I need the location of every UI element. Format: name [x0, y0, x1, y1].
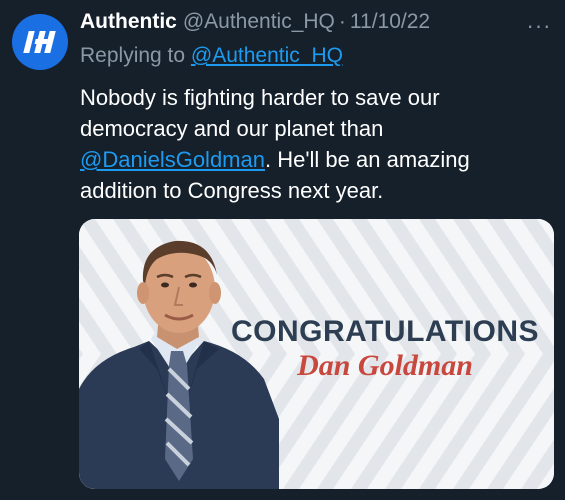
tweet-text-part-1: Nobody is fighting harder to save our de… [80, 85, 440, 141]
congratulated-name: Dan Goldman [297, 349, 473, 382]
separator-dot: · [338, 10, 346, 33]
replying-to-line: Replying to @Authentic_HQ [80, 44, 343, 68]
tweet-text: Nobody is fighting harder to save our de… [80, 82, 550, 206]
tweet-media-image[interactable]: CONGRATULATIONS Dan Goldman [79, 219, 554, 489]
display-name[interactable]: Authentic [80, 10, 177, 34]
congratulations-headline: CONGRATULATIONS [230, 315, 540, 348]
more-horizontal-icon: ··· [526, 13, 552, 38]
user-handle[interactable]: @Authentic_HQ [183, 10, 335, 34]
tweet-mention[interactable]: @DanielsGoldman [80, 147, 265, 172]
replying-prefix: Replying to [80, 44, 186, 67]
avatar[interactable] [12, 14, 68, 70]
tweet-date[interactable]: 11/10/22 [350, 10, 430, 34]
tweet-header: Authentic @Authentic_HQ · 11/10/22 [80, 10, 430, 40]
replying-to-mention[interactable]: @Authentic_HQ [191, 44, 343, 67]
tweet-card: Authentic @Authentic_HQ · 11/10/22 ··· R… [0, 0, 565, 500]
authentic-logo-icon [23, 31, 56, 53]
more-options-button[interactable]: ··· [525, 13, 553, 38]
